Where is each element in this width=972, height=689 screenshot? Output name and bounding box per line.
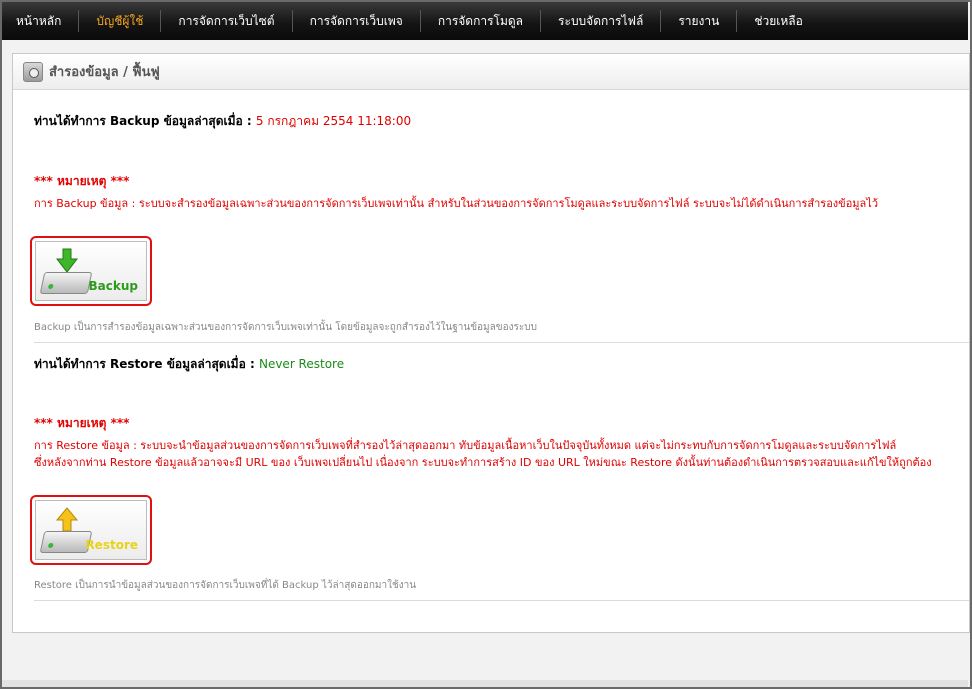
nav-separator xyxy=(540,10,542,32)
nav-item-module-management[interactable]: การจัดการโมดูล xyxy=(423,2,538,40)
restore-button-label: Restore xyxy=(85,538,138,552)
nav-separator xyxy=(660,10,662,32)
nav-item-user-account[interactable]: บัญชีผู้ใช้ xyxy=(81,2,158,40)
restore-status-line: ท่านได้ทำการ Restore ข้อมูลล่าสุดเมื่อ :… xyxy=(34,355,969,374)
upload-arrow-icon xyxy=(55,507,79,532)
backup-button-label: Backup xyxy=(88,279,138,293)
backup-status-label: ท่านได้ทำการ Backup ข้อมูลล่าสุดเมื่อ : xyxy=(34,114,252,128)
section-divider xyxy=(34,600,969,601)
restore-description: Restore เป็นการนำข้อมูลส่วนของการจัดการเ… xyxy=(34,580,417,591)
backup-status-value: 5 กรกฎาคม 2554 11:18:00 xyxy=(255,114,412,128)
backup-note: *** หมายเหตุ *** การ Backup ข้อมูล : ระบ… xyxy=(34,172,969,212)
backup-note-text: การ Backup ข้อมูล : ระบบจะสำรองข้อมูลเฉพ… xyxy=(34,197,879,210)
nav-separator xyxy=(160,10,162,32)
restore-button-face: Restore xyxy=(35,500,147,560)
nav-item-file-management[interactable]: ระบบจัดการไฟล์ xyxy=(543,2,658,40)
backup-note-title: *** หมายเหตุ *** xyxy=(34,174,130,188)
restore-note-line-2: ซึ่งหลังจากท่าน Restore ข้อมูลแล้วอาจจะม… xyxy=(34,456,932,469)
page-title: สำรองข้อมูล / ฟื้นฟู xyxy=(49,65,160,80)
restore-status: ท่านได้ทำการ Restore ข้อมูลล่าสุดเมื่อ :… xyxy=(34,355,969,374)
restore-note: *** หมายเหตุ *** การ Restore ข้อมูล : ระ… xyxy=(34,414,969,471)
nav-separator xyxy=(419,10,421,32)
backup-status: ท่านได้ทำการ Backup ข้อมูลล่าสุดเมื่อ : … xyxy=(34,112,969,131)
bottom-strip xyxy=(2,680,968,687)
hard-drive-icon xyxy=(39,531,93,553)
restore-note-title: *** หมายเหตุ *** xyxy=(34,416,130,430)
restore-status-value: Never Restore xyxy=(258,357,345,371)
backup-status-line: ท่านได้ทำการ Backup ข้อมูลล่าสุดเมื่อ : … xyxy=(34,112,969,131)
backup-description: Backup เป็นการสำรองข้อมูลเฉพาะส่วนของการ… xyxy=(34,322,537,333)
section-divider xyxy=(34,342,969,343)
backup-drive-icon xyxy=(23,61,43,82)
backup-restore-panel: สำรองข้อมูล / ฟื้นฟู ท่านได้ทำการ Backup… xyxy=(12,53,970,633)
backup-button[interactable]: Backup xyxy=(30,236,152,306)
restore-status-label: ท่านได้ทำการ Restore ข้อมูลล่าสุดเมื่อ : xyxy=(34,357,255,371)
top-nav-bar: หน้าหลัก บัญชีผู้ใช้ การจัดการเว็บไซต์ ก… xyxy=(2,2,968,40)
restore-button[interactable]: Restore xyxy=(30,495,152,565)
nav-item-website-management[interactable]: การจัดการเว็บไซต์ xyxy=(163,2,289,40)
nav-item-reports[interactable]: รายงาน xyxy=(663,2,734,40)
backup-button-face: Backup xyxy=(35,241,147,301)
restore-note-line-1: การ Restore ข้อมูล : ระบบจะนำข้อมูลส่วนข… xyxy=(34,439,897,452)
nav-separator xyxy=(736,10,738,32)
nav-item-home[interactable]: หน้าหลัก xyxy=(2,2,76,40)
nav-separator xyxy=(291,10,293,32)
download-arrow-icon xyxy=(55,248,79,273)
panel-header: สำรองข้อมูล / ฟื้นฟู xyxy=(13,54,969,90)
nav-separator xyxy=(78,10,80,32)
hard-drive-icon xyxy=(39,272,93,294)
nav-item-help[interactable]: ช่วยเหลือ xyxy=(739,2,818,40)
nav-item-webpage-management[interactable]: การจัดการเว็บเพจ xyxy=(295,2,418,40)
